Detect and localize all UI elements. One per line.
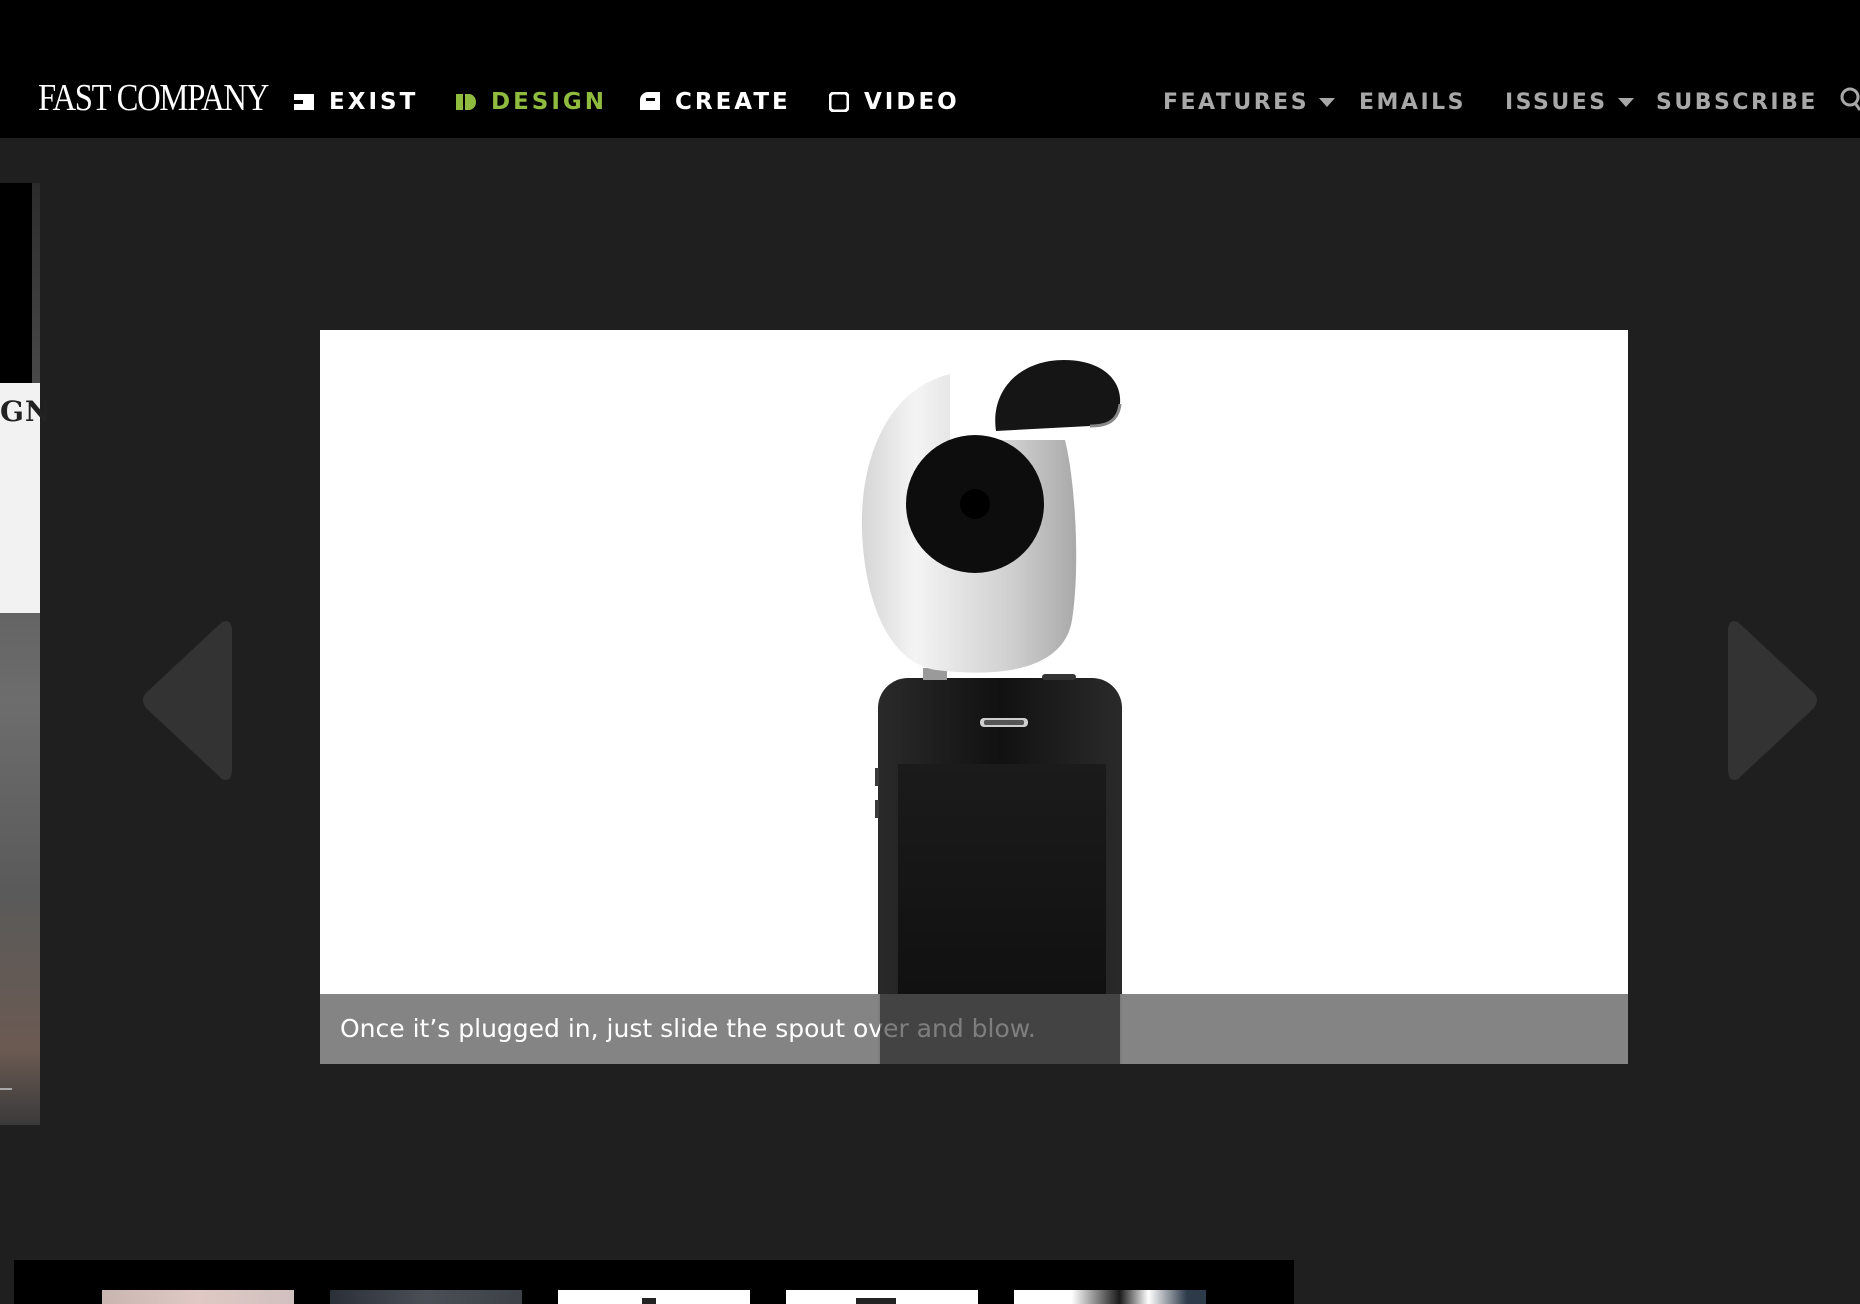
previous-slide-button[interactable] xyxy=(140,618,235,783)
thumbnail-5[interactable] xyxy=(1014,1290,1206,1304)
slide-image: Once it’s plugged in, just slide the spo… xyxy=(320,330,1628,1064)
nav-label-video: VIDEO xyxy=(864,89,960,115)
thumbnail-3[interactable] xyxy=(558,1290,750,1304)
peek-dark-block xyxy=(0,183,32,383)
nav-emails[interactable]: EMAILS xyxy=(1359,84,1466,120)
caret-down-icon xyxy=(1319,97,1336,107)
video-icon xyxy=(829,92,849,112)
caret-down-icon xyxy=(1617,97,1634,107)
nav-issues[interactable]: ISSUES xyxy=(1505,84,1634,120)
nav-label-exist: EXIST xyxy=(329,89,419,115)
nav-subscribe[interactable]: SUBSCRIBE xyxy=(1656,84,1818,120)
top-navigation-bar: FAST COMPANY EXIST DESIGN CREATE VIDEO F… xyxy=(0,0,1860,138)
peek-partial-text: GN xyxy=(0,395,52,428)
create-icon xyxy=(640,92,660,110)
phone-overlap xyxy=(880,994,1120,1064)
peek-dash xyxy=(0,1088,12,1090)
previous-slide-peek[interactable]: GN xyxy=(0,183,51,1125)
thumbnail-strip xyxy=(14,1260,1294,1304)
product-photo xyxy=(861,360,1122,1064)
nav-item-video[interactable]: VIDEO xyxy=(829,84,960,120)
exist-icon xyxy=(294,94,314,110)
next-slide-button[interactable] xyxy=(1725,618,1820,783)
nav-item-create[interactable]: CREATE xyxy=(640,84,791,120)
thumbnail-2[interactable] xyxy=(330,1290,522,1304)
nav-label-design: DESIGN xyxy=(491,89,608,115)
thumbnail-1[interactable] xyxy=(102,1290,294,1304)
fast-company-logo[interactable]: FAST COMPANY xyxy=(38,76,269,120)
nav-label-emails: EMAILS xyxy=(1359,89,1466,115)
nav-label-issues: ISSUES xyxy=(1505,89,1608,115)
nav-features[interactable]: FEATURES xyxy=(1163,84,1336,120)
logo-text: FAST COMPANY xyxy=(38,77,269,119)
search-icon[interactable] xyxy=(1838,86,1860,114)
nav-label-features: FEATURES xyxy=(1163,89,1310,115)
design-icon xyxy=(456,94,476,110)
nav-item-design[interactable]: DESIGN xyxy=(456,84,607,120)
nav-item-exist[interactable]: EXIST xyxy=(294,84,418,120)
thumbnail-4[interactable] xyxy=(786,1290,978,1304)
nav-label-subscribe: SUBSCRIBE xyxy=(1656,89,1818,115)
nav-label-create: CREATE xyxy=(675,89,791,115)
